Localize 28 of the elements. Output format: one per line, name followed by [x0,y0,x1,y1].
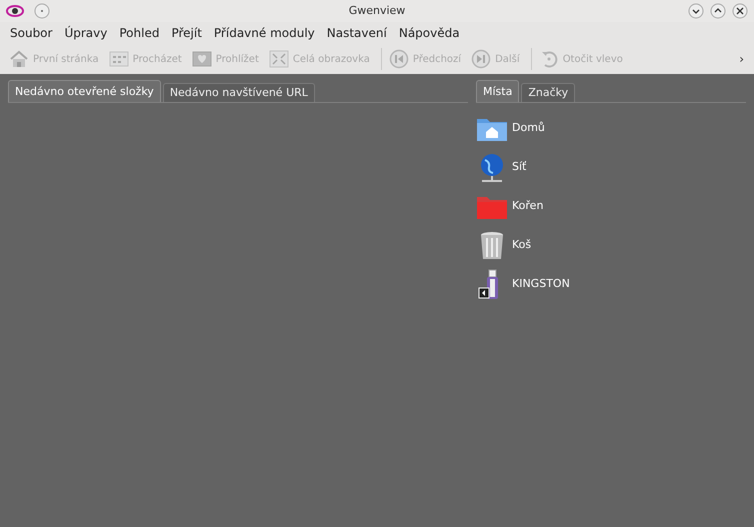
place-item[interactable]: Kořen [512,198,544,215]
tab[interactable]: Značky [521,83,576,102]
maximize-icon[interactable] [710,3,726,19]
menu-item[interactable]: Soubor [4,22,58,44]
skip-forward-icon [471,49,492,69]
window-title: Gwenview [348,3,406,19]
menu-item[interactable]: Nastavení [320,22,393,44]
place-item[interactable]: Koš [512,237,532,254]
menu-item[interactable]: Nápověda [392,22,466,44]
app-eye-icon [6,4,24,18]
menu-item[interactable]: Přídavné moduly [208,22,321,44]
house-icon [9,49,29,69]
tab[interactable]: Místa [476,80,520,102]
grid-icon [108,49,129,69]
minimize-icon[interactable] [688,3,704,19]
tab[interactable]: Nedávno otevřené složky [8,80,161,102]
tab[interactable]: Nedávno navštívené URL [162,83,315,102]
place-item[interactable]: KINGSTON [512,276,570,293]
overflow-chevron[interactable]: › [739,50,748,68]
photo-icon [192,49,212,69]
skip-back-icon [388,49,409,69]
close-icon[interactable] [732,3,748,19]
place-item[interactable]: Domů [512,120,545,137]
place-item[interactable]: Síť [512,159,526,176]
menu-item[interactable]: Pohled [113,22,166,44]
menu-item[interactable]: Přejít [165,22,208,44]
menu-item[interactable]: Úpravy [58,22,114,44]
expand-icon [268,49,289,69]
